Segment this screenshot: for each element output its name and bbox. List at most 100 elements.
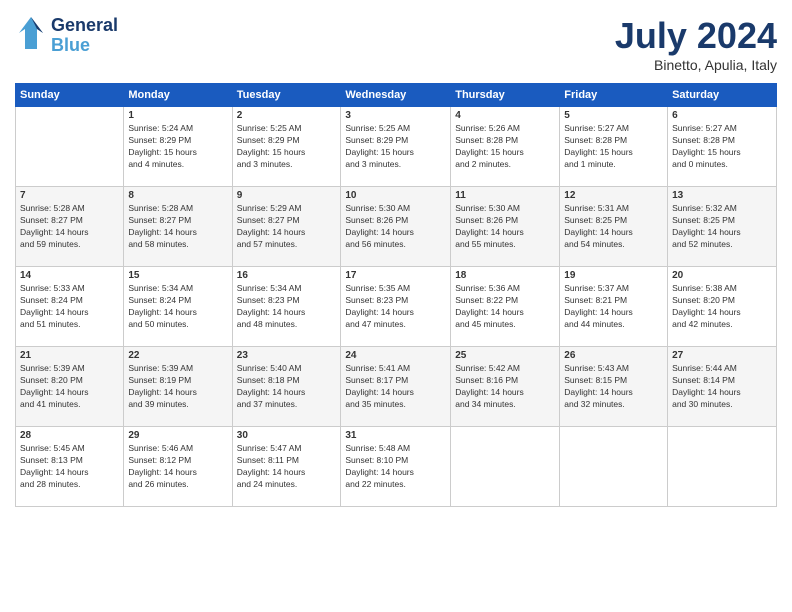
day-info: Sunrise: 5:30 AM Sunset: 8:26 PM Dayligh…: [345, 203, 446, 251]
table-row: 24Sunrise: 5:41 AM Sunset: 8:17 PM Dayli…: [341, 347, 451, 427]
table-row: 4Sunrise: 5:26 AM Sunset: 8:28 PM Daylig…: [451, 107, 560, 187]
col-saturday: Saturday: [668, 84, 777, 107]
col-friday: Friday: [560, 84, 668, 107]
table-row: 17 Sunrise: 5:35 AM Sunset: 8:23 PM Dayli…: [341, 267, 451, 347]
day-info: Sunrise: 5:31 AM Sunset: 8:25 PM Dayligh…: [564, 203, 663, 251]
title-block: July 2024 Binetto, Apulia, Italy: [615, 15, 777, 73]
location: Binetto, Apulia, Italy: [615, 57, 777, 73]
main-container: General Blue July 2024 Binetto, Apulia, …: [0, 0, 792, 517]
day-number: 7: [20, 190, 119, 201]
calendar-week-row: 28 Sunrise: 5:45 AM Sunset: 8:13 PM Dayli…: [16, 427, 777, 507]
day-info: Sunrise: 5:30 AM Sunset: 8:26 PM Dayligh…: [455, 203, 555, 251]
day-number: 23: [237, 350, 337, 361]
day-number: 19: [564, 270, 663, 281]
day-info: Sunrise: 5:40 AM Sunset: 8:18 PM Dayligh…: [237, 363, 337, 411]
table-row: 5 Sunrise: 5:27 AM Sunset: 8:28 PM Daylig…: [560, 107, 668, 187]
day-number: 3: [345, 110, 446, 121]
calendar-table: Sunday Monday Tuesday Wednesday Thursday…: [15, 83, 777, 507]
day-number: 9: [237, 190, 337, 201]
table-row: 6 Sunrise: 5:27 AM Sunset: 8:28 PM Daylig…: [668, 107, 777, 187]
calendar-week-row: 14 Sunrise: 5:33 AM Sunset: 8:24 PM Dayli…: [16, 267, 777, 347]
day-number: 13: [672, 190, 772, 201]
calendar-header-row: Sunday Monday Tuesday Wednesday Thursday…: [16, 84, 777, 107]
day-info: Sunrise: 5:38 AM Sunset: 8:20 PM Dayligh…: [672, 283, 772, 331]
day-number: 1: [128, 110, 227, 121]
day-info: Sunrise: 5:27 AM Sunset: 8:28 PM Dayligh…: [564, 123, 663, 171]
day-number: 27: [672, 350, 772, 361]
day-info: Sunrise: 5:24 AM Sunset: 8:29 PM Dayligh…: [128, 123, 227, 171]
table-row: 1 Sunrise: 5:24 AM Sunset: 8:29 PM Daylig…: [124, 107, 232, 187]
day-number: 6: [672, 110, 772, 121]
month-title: July 2024: [615, 15, 777, 57]
table-row: 7 Sunrise: 5:28 AM Sunset: 8:27 PM Daylig…: [16, 187, 124, 267]
day-number: 16: [237, 270, 337, 281]
table-row: 15 Sunrise: 5:34 AM Sunset: 8:24 PM Dayli…: [124, 267, 232, 347]
day-number: 12: [564, 190, 663, 201]
table-row: 23 Sunrise: 5:40 AM Sunset: 8:18 PM Dayli…: [232, 347, 341, 427]
day-number: 25: [455, 350, 555, 361]
day-number: 17: [345, 270, 446, 281]
day-info: Sunrise: 5:28 AM Sunset: 8:27 PM Dayligh…: [20, 203, 119, 251]
col-wednesday: Wednesday: [341, 84, 451, 107]
day-info: Sunrise: 5:28 AM Sunset: 8:27 PM Dayligh…: [128, 203, 227, 251]
day-info: Sunrise: 5:44 AM Sunset: 8:14 PM Dayligh…: [672, 363, 772, 411]
day-info: Sunrise: 5:46 AM Sunset: 8:12 PM Dayligh…: [128, 443, 227, 491]
day-number: 21: [20, 350, 119, 361]
day-info: Sunrise: 5:45 AM Sunset: 8:13 PM Dayligh…: [20, 443, 119, 491]
calendar-week-row: 7 Sunrise: 5:28 AM Sunset: 8:27 PM Daylig…: [16, 187, 777, 267]
table-row: [560, 427, 668, 507]
col-monday: Monday: [124, 84, 232, 107]
day-number: 8: [128, 190, 227, 201]
day-info: Sunrise: 5:34 AM Sunset: 8:23 PM Dayligh…: [237, 283, 337, 331]
day-number: 18: [455, 270, 555, 281]
day-number: 15: [128, 270, 227, 281]
calendar-week-row: 1 Sunrise: 5:24 AM Sunset: 8:29 PM Daylig…: [16, 107, 777, 187]
day-info: Sunrise: 5:43 AM Sunset: 8:15 PM Dayligh…: [564, 363, 663, 411]
logo-bird-icon: [15, 15, 47, 56]
day-info: Sunrise: 5:29 AM Sunset: 8:27 PM Dayligh…: [237, 203, 337, 251]
logo-blue: Blue: [51, 36, 118, 56]
table-row: 31Sunrise: 5:48 AM Sunset: 8:10 PM Dayli…: [341, 427, 451, 507]
table-row: 12 Sunrise: 5:31 AM Sunset: 8:25 PM Dayli…: [560, 187, 668, 267]
table-row: 13Sunrise: 5:32 AM Sunset: 8:25 PM Dayli…: [668, 187, 777, 267]
day-info: Sunrise: 5:33 AM Sunset: 8:24 PM Dayligh…: [20, 283, 119, 331]
col-tuesday: Tuesday: [232, 84, 341, 107]
table-row: 14 Sunrise: 5:33 AM Sunset: 8:24 PM Dayli…: [16, 267, 124, 347]
day-info: Sunrise: 5:39 AM Sunset: 8:19 PM Dayligh…: [128, 363, 227, 411]
calendar-week-row: 21Sunrise: 5:39 AM Sunset: 8:20 PM Dayli…: [16, 347, 777, 427]
table-row: 28 Sunrise: 5:45 AM Sunset: 8:13 PM Dayli…: [16, 427, 124, 507]
day-info: Sunrise: 5:26 AM Sunset: 8:28 PM Dayligh…: [455, 123, 555, 171]
day-info: Sunrise: 5:27 AM Sunset: 8:28 PM Dayligh…: [672, 123, 772, 171]
table-row: 2Sunrise: 5:25 AM Sunset: 8:29 PM Daylig…: [232, 107, 341, 187]
day-number: 28: [20, 430, 119, 441]
table-row: [668, 427, 777, 507]
day-number: 2: [237, 110, 337, 121]
table-row: 16 Sunrise: 5:34 AM Sunset: 8:23 PM Dayli…: [232, 267, 341, 347]
day-info: Sunrise: 5:25 AM Sunset: 8:29 PM Dayligh…: [345, 123, 446, 171]
day-info: Sunrise: 5:35 AM Sunset: 8:23 PM Dayligh…: [345, 283, 446, 331]
table-row: [16, 107, 124, 187]
table-row: 9 Sunrise: 5:29 AM Sunset: 8:27 PM Daylig…: [232, 187, 341, 267]
day-info: Sunrise: 5:47 AM Sunset: 8:11 PM Dayligh…: [237, 443, 337, 491]
day-number: 14: [20, 270, 119, 281]
day-info: Sunrise: 5:42 AM Sunset: 8:16 PM Dayligh…: [455, 363, 555, 411]
day-info: Sunrise: 5:37 AM Sunset: 8:21 PM Dayligh…: [564, 283, 663, 331]
logo-general: General: [51, 16, 118, 36]
day-number: 24: [345, 350, 446, 361]
table-row: 29 Sunrise: 5:46 AM Sunset: 8:12 PM Dayli…: [124, 427, 232, 507]
day-number: 26: [564, 350, 663, 361]
table-row: 25 Sunrise: 5:42 AM Sunset: 8:16 PM Dayli…: [451, 347, 560, 427]
day-number: 5: [564, 110, 663, 121]
table-row: 11Sunrise: 5:30 AM Sunset: 8:26 PM Dayli…: [451, 187, 560, 267]
logo-text-block: General Blue: [51, 16, 118, 56]
day-info: Sunrise: 5:34 AM Sunset: 8:24 PM Dayligh…: [128, 283, 227, 331]
table-row: 19 Sunrise: 5:37 AM Sunset: 8:21 PM Dayli…: [560, 267, 668, 347]
day-number: 20: [672, 270, 772, 281]
table-row: 3 Sunrise: 5:25 AM Sunset: 8:29 PM Daylig…: [341, 107, 451, 187]
day-number: 29: [128, 430, 227, 441]
table-row: [451, 427, 560, 507]
day-info: Sunrise: 5:36 AM Sunset: 8:22 PM Dayligh…: [455, 283, 555, 331]
day-info: Sunrise: 5:48 AM Sunset: 8:10 PM Dayligh…: [345, 443, 446, 491]
table-row: 21Sunrise: 5:39 AM Sunset: 8:20 PM Dayli…: [16, 347, 124, 427]
header: General Blue July 2024 Binetto, Apulia, …: [15, 15, 777, 73]
